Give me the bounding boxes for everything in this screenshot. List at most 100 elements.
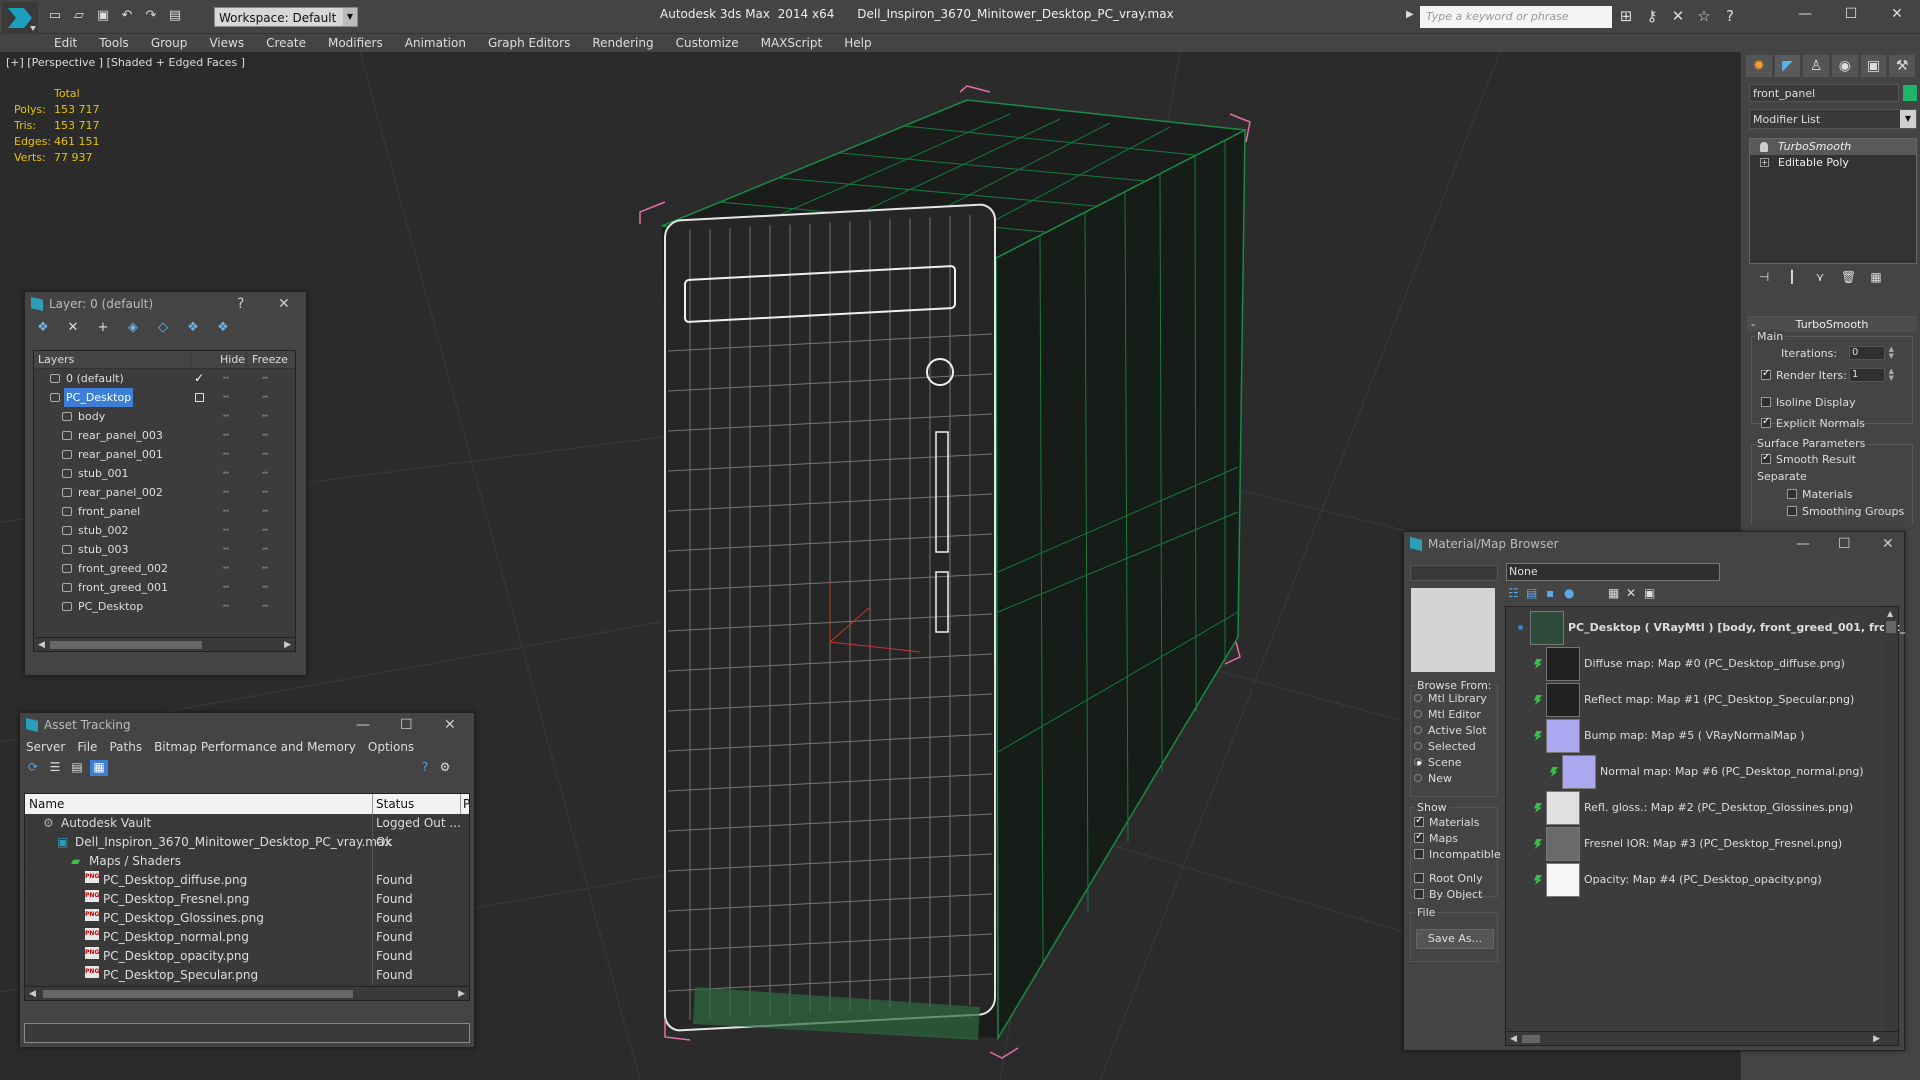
hide-toggle-icon[interactable]: ┅ bbox=[223, 388, 229, 407]
layer-name[interactable]: 0 (default) bbox=[64, 369, 126, 388]
checkbox[interactable] bbox=[1761, 416, 1771, 428]
refresh-icon[interactable]: ⟳ bbox=[24, 760, 42, 776]
layer-row[interactable]: front_greed_002 ┅ ┅ bbox=[34, 559, 295, 578]
asset-row[interactable]: PNG PC_Desktop_opacity.png Found bbox=[25, 947, 469, 966]
list-view-icon[interactable]: ☰ bbox=[46, 760, 64, 776]
radio-button[interactable] bbox=[1414, 774, 1422, 782]
spinner-arrows-icon[interactable]: ▲ ▼ bbox=[1889, 346, 1894, 360]
layer-row[interactable]: rear_panel_002 ┅ ┅ bbox=[34, 483, 295, 502]
search-input[interactable]: Type a keyword or phrase bbox=[1420, 6, 1612, 28]
settings-icon[interactable]: ⚙ bbox=[436, 760, 454, 776]
asset-table-scrollbar[interactable]: ◀ ▶ bbox=[25, 986, 469, 1000]
modify-tab-icon[interactable]: ◤ bbox=[1774, 55, 1801, 77]
map-row[interactable]: Fresnel IOR: Map #3 (PC_Desktop_Fresnel.… bbox=[1506, 827, 1886, 863]
map-row[interactable]: Normal map: Map #6 (PC_Desktop_normal.pn… bbox=[1506, 755, 1886, 791]
pin-stack-icon[interactable]: ⊣ bbox=[1757, 270, 1771, 284]
material-name-field[interactable] bbox=[1410, 565, 1498, 581]
checkbox[interactable] bbox=[1414, 831, 1424, 843]
maximize-icon[interactable]: ☐ bbox=[1838, 532, 1851, 556]
explicit-normals-checkbox[interactable]: Explicit Normals bbox=[1761, 416, 1865, 430]
hide-column-header[interactable]: Hide bbox=[220, 351, 245, 369]
asset-row[interactable]: PNG PC_Desktop_normal.png Found bbox=[25, 928, 469, 947]
update-scene-icon[interactable]: ▦ bbox=[1608, 586, 1619, 600]
status-column-header[interactable]: Status bbox=[376, 794, 414, 814]
layer-name[interactable]: rear_panel_002 bbox=[76, 483, 165, 502]
show-option-checkbox[interactable]: Materials bbox=[1414, 815, 1479, 829]
freeze-toggle-icon[interactable]: ┅ bbox=[262, 540, 268, 559]
asset-row[interactable]: ▰ Maps / Shaders bbox=[25, 852, 469, 871]
asset-row[interactable]: PNG PC_Desktop_Fresnel.png Found bbox=[25, 890, 469, 909]
show-end-result-icon[interactable]: ┃ bbox=[1785, 270, 1799, 284]
layer-row[interactable]: PC_Desktop ┅ ┅ bbox=[34, 597, 295, 616]
expand-icon[interactable] bbox=[1518, 625, 1523, 630]
radio-button[interactable] bbox=[1414, 694, 1422, 702]
browse-option-radio[interactable]: Mtl Library bbox=[1414, 692, 1487, 705]
hide-toggle-icon[interactable]: ┅ bbox=[223, 445, 229, 464]
by-object-checkbox[interactable]: By Object bbox=[1414, 888, 1482, 901]
filter-field[interactable]: None bbox=[1506, 563, 1720, 581]
configure-modifier-sets-icon[interactable]: ▦ bbox=[1869, 270, 1883, 284]
path-column-header[interactable]: P bbox=[463, 794, 470, 814]
menu-options[interactable]: Options bbox=[368, 737, 414, 757]
delete-icon[interactable]: ✕ bbox=[1626, 586, 1636, 600]
layer-name[interactable]: stub_003 bbox=[76, 540, 131, 559]
freeze-toggle-icon[interactable]: ┅ bbox=[262, 502, 268, 521]
menu-views[interactable]: Views bbox=[209, 34, 244, 52]
undo-icon[interactable]: ↶ bbox=[118, 8, 136, 24]
hide-all-icon[interactable]: ❖ bbox=[185, 320, 201, 336]
freeze-toggle-icon[interactable]: ┅ bbox=[262, 578, 268, 597]
name-column-header[interactable]: Name bbox=[29, 794, 64, 814]
layer-tree-scrollbar[interactable]: ◀ ▶ bbox=[34, 637, 295, 651]
select-in-layer-icon[interactable]: ◈ bbox=[125, 320, 141, 336]
active-layer-check-icon[interactable]: ✓ bbox=[194, 369, 204, 388]
layer-row[interactable]: front_panel ┅ ┅ bbox=[34, 502, 295, 521]
layer-name[interactable]: rear_panel_003 bbox=[76, 426, 165, 445]
add-to-layer-icon[interactable]: + bbox=[95, 320, 111, 336]
radio-button[interactable] bbox=[1414, 710, 1422, 718]
checkbox[interactable] bbox=[1761, 452, 1771, 464]
menu-server[interactable]: Server bbox=[26, 737, 65, 757]
view-icons-icon[interactable]: ▪ bbox=[1546, 586, 1554, 600]
checkbox[interactable] bbox=[1414, 849, 1424, 859]
freeze-toggle-icon[interactable]: ┅ bbox=[262, 445, 268, 464]
show-option-checkbox[interactable]: Incompatible bbox=[1414, 848, 1501, 861]
menu-graph-editors[interactable]: Graph Editors bbox=[488, 34, 570, 52]
hierarchy-tab-icon[interactable]: ♙ bbox=[1803, 55, 1830, 77]
display-tab-icon[interactable]: ▣ bbox=[1860, 55, 1887, 77]
object-color-swatch[interactable] bbox=[1903, 85, 1917, 101]
freeze-toggle-icon[interactable]: ┅ bbox=[262, 597, 268, 616]
lightbulb-icon[interactable] bbox=[1760, 142, 1768, 152]
minimize-icon[interactable]: — bbox=[1782, 0, 1828, 28]
new-file-icon[interactable]: ▭ bbox=[46, 8, 64, 24]
freeze-toggle-icon[interactable]: ┅ bbox=[262, 369, 268, 388]
hide-toggle-icon[interactable]: ┅ bbox=[223, 369, 229, 388]
browse-option-radio[interactable]: New bbox=[1414, 772, 1452, 785]
checkbox[interactable] bbox=[1414, 815, 1424, 827]
scroll-right-icon[interactable]: ▶ bbox=[1873, 1032, 1880, 1046]
freeze-toggle-icon[interactable]: ┅ bbox=[262, 559, 268, 578]
menu-customize[interactable]: Customize bbox=[676, 34, 739, 52]
freeze-toggle-icon[interactable]: ┅ bbox=[262, 483, 268, 502]
select-layer-icon[interactable]: ◇ bbox=[155, 320, 171, 336]
scroll-right-icon[interactable]: ▶ bbox=[458, 987, 465, 1001]
exchange-icon[interactable]: ✕ bbox=[1668, 7, 1688, 25]
freeze-toggle-icon[interactable]: ┅ bbox=[262, 388, 268, 407]
radio-button[interactable] bbox=[1414, 758, 1422, 766]
help-icon[interactable]: ? bbox=[1720, 7, 1740, 25]
checkbox[interactable] bbox=[1787, 489, 1797, 499]
hide-toggle-icon[interactable]: ┅ bbox=[223, 426, 229, 445]
layer-name[interactable]: stub_001 bbox=[76, 464, 131, 483]
create-tab-sun-icon[interactable]: ✹ bbox=[1746, 55, 1772, 77]
hide-toggle-icon[interactable]: ┅ bbox=[223, 597, 229, 616]
menu-maxscript[interactable]: MAXScript bbox=[761, 34, 823, 52]
view-list-icon[interactable]: ☷ bbox=[1508, 586, 1519, 600]
set-active-layer-icon[interactable] bbox=[195, 393, 204, 402]
menu-modifiers[interactable]: Modifiers bbox=[328, 34, 383, 52]
checkbox[interactable] bbox=[1414, 873, 1424, 883]
render-iters-spinner[interactable]: 1 ▲ ▼ bbox=[1849, 368, 1894, 382]
hide-toggle-icon[interactable]: ┅ bbox=[223, 483, 229, 502]
freeze-toggle-icon[interactable]: ┅ bbox=[262, 464, 268, 483]
checkbox[interactable] bbox=[1761, 397, 1771, 407]
material-tree-vscroll[interactable]: ▲ bbox=[1884, 607, 1898, 1031]
asset-row[interactable]: PNG PC_Desktop_Glossines.png Found bbox=[25, 909, 469, 928]
